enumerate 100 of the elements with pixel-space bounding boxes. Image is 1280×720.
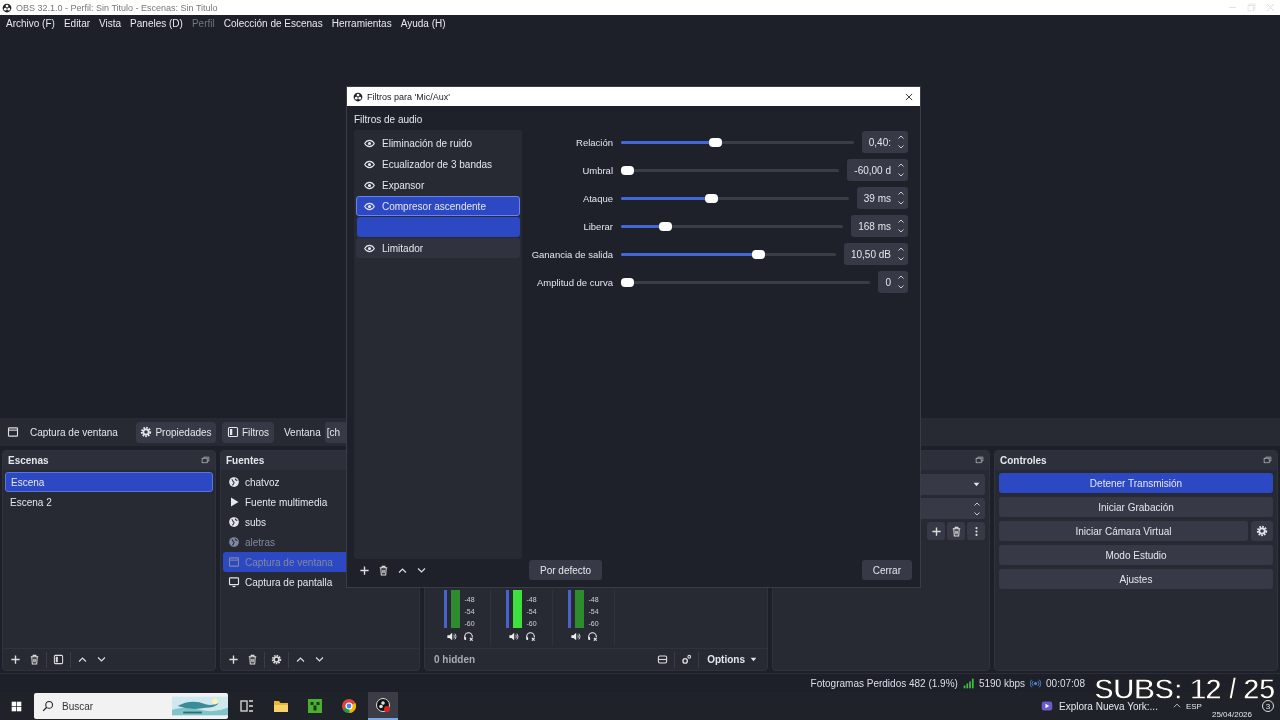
date: 25/04/2026 [1211,710,1252,719]
properties-button[interactable]: Propiedades [136,421,216,443]
menu-item[interactable]: Archivo (F) [6,18,55,29]
filters-button[interactable]: Filtros [222,421,274,443]
speaker-icon[interactable] [507,631,519,642]
search-icon [42,700,54,712]
slider-handle[interactable] [752,249,766,259]
start-icon [10,700,22,712]
play-icon [228,496,240,508]
filter-item[interactable]: Compresor ascendente [356,196,520,216]
headphones-muted-icon[interactable] [586,631,598,642]
slider-handle[interactable] [704,193,718,203]
recording-app-icon [375,697,391,713]
filter-item[interactable]: Eliminación de ruido [356,133,520,153]
undock-icon[interactable] [975,456,984,465]
audio-meter [575,590,585,628]
chevron-up-icon[interactable] [1171,701,1182,711]
filter-item[interactable]: Ecualizador de 3 bandas [356,154,520,174]
slider-handle[interactable] [621,277,634,287]
trash-button[interactable] [947,522,965,540]
setting-label: Umbral [581,164,613,176]
settings-button[interactable] [1251,521,1273,541]
control-button[interactable]: Modo Estudio [999,545,1273,565]
number-field[interactable]: 0,40: [861,131,908,153]
setting-label: Ganancia de salida [530,248,613,260]
menu-item[interactable]: Paneles (D) [130,18,183,29]
source-item[interactable]: chatvoz [223,472,417,492]
add-icon [228,654,239,665]
source-item[interactable]: Captura de pantalla [223,572,417,592]
input-language[interactable]: ESP [1185,701,1202,711]
undock-icon[interactable] [201,456,210,465]
number-field[interactable]: -60,00 d [847,159,908,181]
eye-icon[interactable] [364,179,375,191]
filter-item[interactable]: Limitador [356,238,520,258]
source-name: Captura de ventana [30,426,119,438]
eye-icon[interactable] [364,158,375,170]
caret-icon [972,480,981,489]
add-button[interactable] [927,522,945,540]
slider[interactable] [621,193,849,203]
window-title: OBS 32.1.0 - Perfil: Sin Titulo - Escenas: Sin Titulo [16,2,218,13]
slider[interactable] [621,137,854,147]
add-icon [10,654,21,665]
setting-label: Ataque [581,192,613,204]
defaults-button[interactable]: Por defecto [529,560,603,580]
menu-item[interactable]: Ayuda (H) [400,18,446,29]
dialog-title: Filtros para 'Mic/Aux' [367,91,450,102]
eye-icon[interactable] [364,137,375,149]
more-button[interactable] [967,522,985,540]
menu-item[interactable]: Editar [63,18,91,29]
speaker-icon[interactable] [445,631,457,642]
slider[interactable] [621,249,836,259]
number-field[interactable]: 10,50 dB [843,243,908,265]
game-icon [307,698,323,714]
stream-time: 00:07:08 [1046,677,1085,689]
close-icon [904,91,914,102]
options-button[interactable]: Options [701,654,764,665]
add-icon [930,525,942,537]
gears-icon [681,654,693,665]
scene-item[interactable]: Escena [5,472,213,492]
number-field[interactable]: 39 ms [856,187,908,209]
number-field[interactable]: 0 [878,271,908,293]
control-button[interactable]: Iniciar Grabación [999,497,1273,517]
control-button[interactable]: Detener Transmisión [999,473,1273,493]
bitrate: 5190 kbps [978,677,1026,689]
trash-icon [29,654,40,665]
menu-item[interactable]: Colección de Escenas [223,18,323,29]
taskbar-app[interactable] [368,692,398,720]
slider[interactable] [621,277,871,287]
slider-handle[interactable] [621,165,634,175]
news-widget[interactable]: Explora Nueva York:... [1041,700,1158,712]
eye-icon[interactable] [364,242,375,254]
slider[interactable] [621,221,844,231]
source-item[interactable]: Fuente multimedia [223,492,417,512]
filter-item[interactable]: Expansor [356,175,520,195]
number-field[interactable]: 168 ms [851,215,908,237]
task-view-icon [239,698,255,714]
close-button[interactable]: Cerrar [861,560,912,580]
control-button[interactable]: Iniciar Cámara Virtual [999,521,1248,541]
scene-item[interactable]: Escena 2 [5,492,213,512]
eye-icon[interactable] [364,200,375,212]
source-item[interactable]: aletras [223,532,417,552]
source-item[interactable]: subs [223,512,417,532]
restore-icon [1246,2,1257,13]
audio-meter [513,590,523,628]
setting-label: Liberar [582,220,613,232]
headphones-muted-icon[interactable] [462,631,474,642]
hidden-count: 0 hidden [433,654,477,665]
slider[interactable] [621,165,840,175]
speaker-icon[interactable] [569,631,581,642]
headphones-muted-icon[interactable] [524,631,536,642]
menu-item[interactable]: Vista [99,18,122,29]
search-field[interactable]: Buscar [34,693,228,719]
globe-icon [228,476,240,488]
monitor-icon [228,576,240,588]
control-button[interactable]: Ajustes [999,569,1273,589]
add-icon [359,564,370,576]
slider-handle[interactable] [658,221,672,231]
undock-icon[interactable] [1263,456,1272,465]
slider-handle[interactable] [708,137,722,147]
menu-item[interactable]: Herramientas [331,18,392,29]
